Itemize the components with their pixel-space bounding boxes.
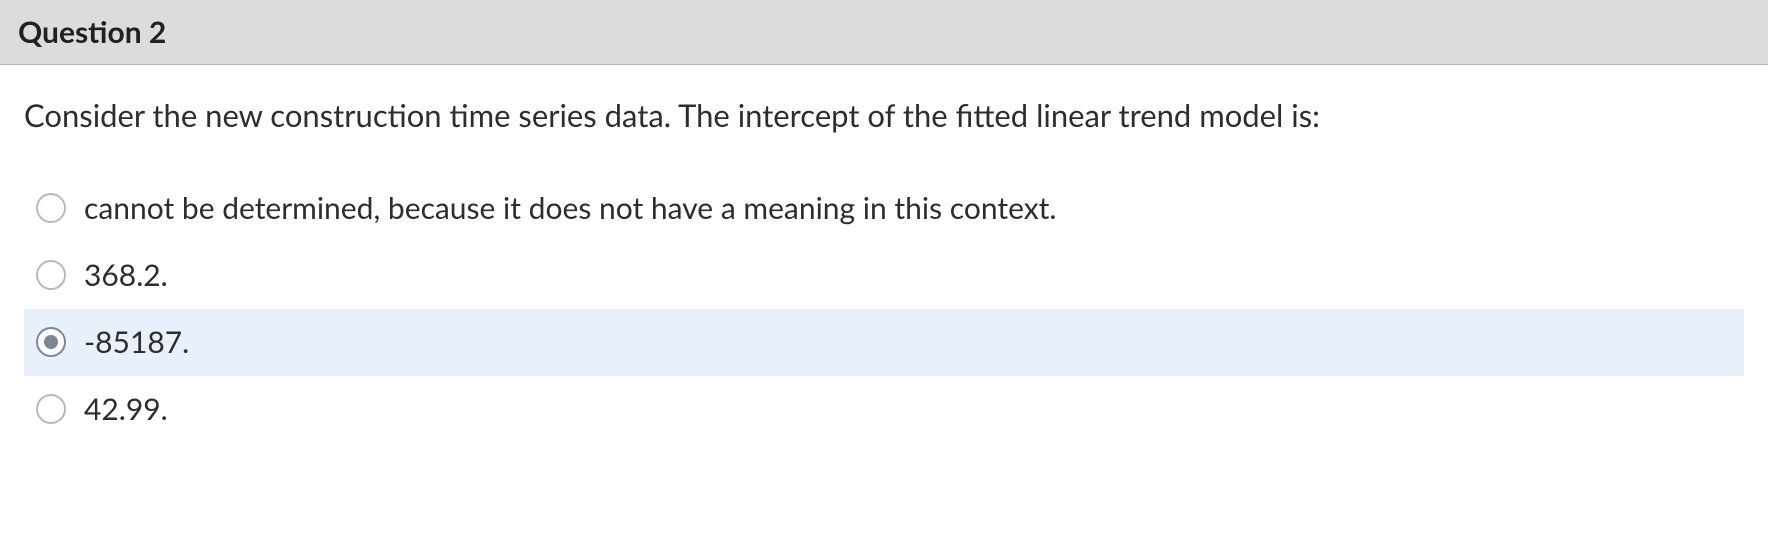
question-header: Question 2 — [0, 0, 1768, 65]
option-1[interactable]: 368.2. — [24, 242, 1744, 309]
option-label: 368.2. — [84, 256, 168, 295]
option-3[interactable]: 42.99. — [24, 376, 1744, 443]
option-label: 42.99. — [84, 390, 168, 429]
question-body: Consider the new construction time serie… — [0, 65, 1768, 463]
option-label: cannot be determined, because it does no… — [84, 189, 1057, 228]
radio-icon — [36, 394, 66, 424]
question-prompt: Consider the new construction time serie… — [24, 95, 1744, 137]
radio-dot-icon — [44, 335, 58, 349]
option-2[interactable]: -85187. — [24, 309, 1744, 376]
radio-icon — [36, 193, 66, 223]
radio-icon — [36, 327, 66, 357]
question-container: Question 2 Consider the new construction… — [0, 0, 1768, 463]
option-0[interactable]: cannot be determined, because it does no… — [24, 175, 1744, 242]
option-label: -85187. — [84, 323, 189, 362]
options-group: cannot be determined, because it does no… — [24, 175, 1744, 443]
radio-icon — [36, 260, 66, 290]
question-title: Question 2 — [18, 14, 1750, 50]
